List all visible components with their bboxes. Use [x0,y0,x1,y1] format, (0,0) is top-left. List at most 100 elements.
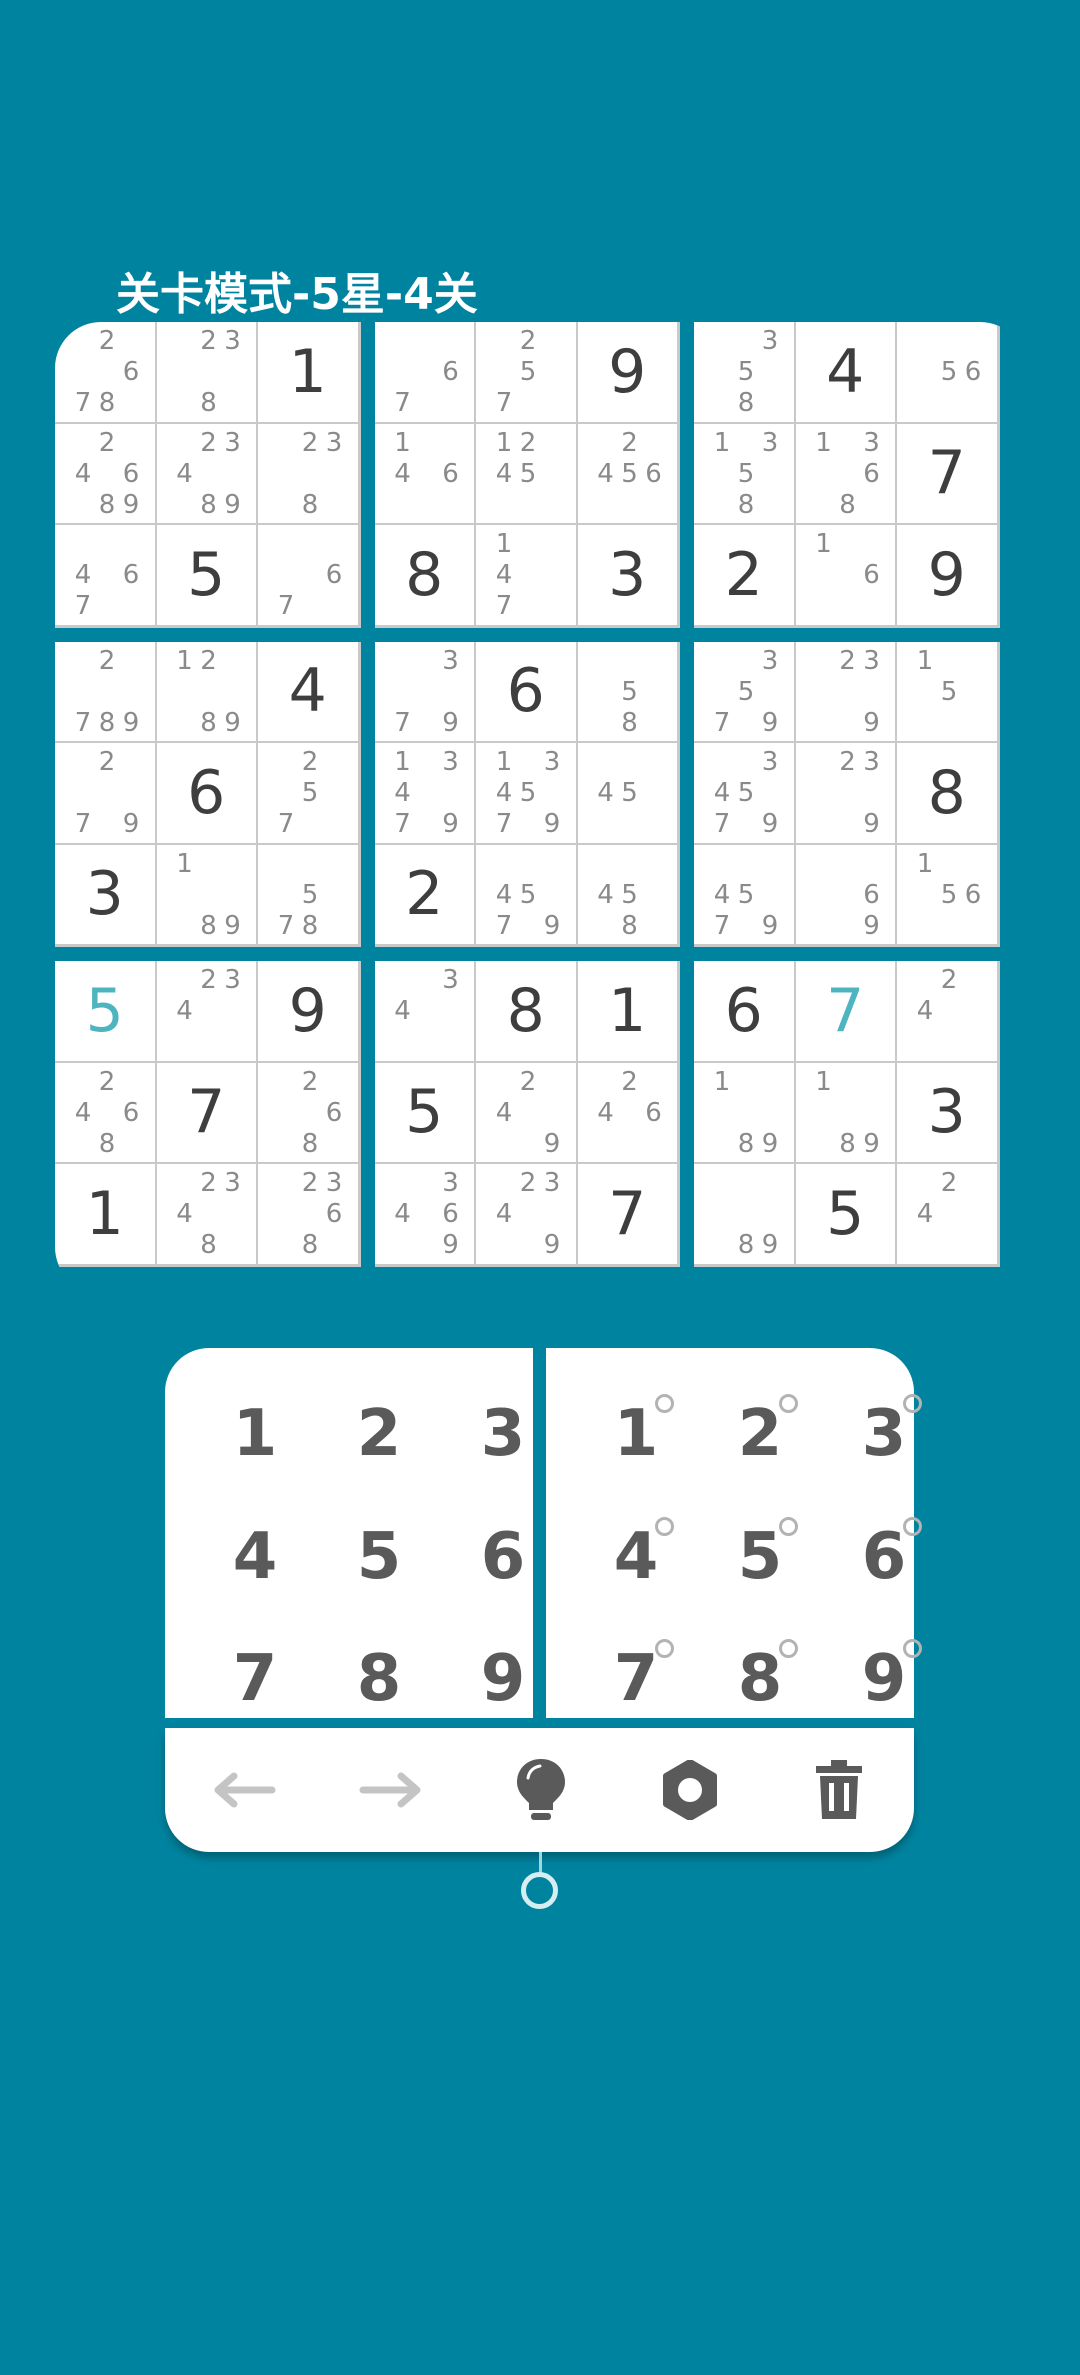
note-key-4[interactable]: 4 [586,1507,686,1607]
sudoku-cell[interactable]: 257 [476,322,579,425]
sudoku-cell[interactable]: 1 [55,1164,158,1267]
sudoku-cell[interactable]: 45 [577,743,680,846]
sudoku-cell[interactable]: 239 [795,743,898,846]
sudoku-cell[interactable]: 134579 [476,743,579,846]
sudoku-cell[interactable]: 8 [476,961,579,1064]
sudoku-cell[interactable]: 189 [156,844,259,947]
delete-button[interactable] [799,1750,879,1830]
sudoku-cell[interactable]: 8 [897,743,1000,846]
note-key-7[interactable]: 7 [586,1629,686,1729]
number-key-2[interactable]: 2 [329,1384,429,1484]
note-key-6[interactable]: 6 [834,1507,934,1607]
sudoku-cell[interactable]: 9 [897,525,1000,628]
sudoku-cell[interactable]: 458 [577,844,680,947]
sudoku-cell[interactable]: 1368 [795,423,898,526]
sudoku-cell[interactable]: 2349 [476,1164,579,1267]
sudoku-cell[interactable]: 89 [694,1164,797,1267]
sudoku-cell[interactable]: 7 [795,961,898,1064]
sudoku-cell[interactable]: 3 [55,844,158,947]
note-key-9[interactable]: 9 [834,1629,934,1729]
sudoku-cell[interactable]: 268 [258,1062,361,1165]
number-key-5[interactable]: 5 [329,1507,429,1607]
hint-button[interactable] [501,1750,581,1830]
note-key-8[interactable]: 8 [710,1629,810,1729]
sudoku-cell[interactable]: 3579 [694,641,797,744]
sudoku-cell[interactable]: 146 [374,423,477,526]
sudoku-cell[interactable]: 4579 [476,844,579,947]
sudoku-cell[interactable]: 8 [374,525,477,628]
sudoku-cell[interactable]: 23489 [156,423,259,526]
sudoku-cell[interactable]: 24 [897,1164,1000,1267]
sudoku-cell[interactable]: 24 [897,961,1000,1064]
note-key-3[interactable]: 3 [834,1384,934,1484]
sudoku-cell[interactable]: 67 [374,322,477,425]
sudoku-cell[interactable]: 2 [374,844,477,947]
drag-handle[interactable] [521,1872,558,1909]
sudoku-cell[interactable]: 1 [577,961,680,1064]
sudoku-cell[interactable]: 2 [694,525,797,628]
redo-button[interactable] [352,1750,432,1830]
sudoku-cell[interactable]: 56 [897,322,1000,425]
sudoku-cell[interactable]: 246 [577,1062,680,1165]
sudoku-cell[interactable]: 69 [795,844,898,947]
sudoku-cell[interactable]: 1245 [476,423,579,526]
sudoku-cell[interactable]: 1 3 47 9 [374,743,477,846]
sudoku-cell[interactable]: 16 [795,525,898,628]
sudoku-cell[interactable]: 7 [577,1164,680,1267]
sudoku-cell[interactable]: 5 [55,961,158,1064]
sudoku-cell[interactable]: 4 [258,641,361,744]
number-key-7[interactable]: 7 [205,1629,305,1729]
sudoku-cell[interactable]: 34 [374,961,477,1064]
sudoku-cell[interactable]: 156 [897,844,1000,947]
sudoku-cell[interactable]: 34579 [694,743,797,846]
sudoku-cell[interactable]: 189 [795,1062,898,1165]
sudoku-cell[interactable]: 379 [374,641,477,744]
sudoku-cell[interactable]: 238 [156,322,259,425]
sudoku-cell[interactable]: 6 [476,641,579,744]
sudoku-cell[interactable]: 9 [577,322,680,425]
number-key-6[interactable]: 6 [453,1507,553,1607]
number-key-3[interactable]: 3 [453,1384,553,1484]
sudoku-cell[interactable]: 24689 [55,423,158,526]
sudoku-cell[interactable]: 2456 [577,423,680,526]
note-key-5[interactable]: 5 [710,1507,810,1607]
sudoku-cell[interactable]: 467 [55,525,158,628]
number-key-8[interactable]: 8 [329,1629,429,1729]
sudoku-cell[interactable]: 2468 [55,1062,158,1165]
sudoku-cell[interactable]: 189 [694,1062,797,1165]
sudoku-cell[interactable]: 7 [156,1062,259,1165]
sudoku-cell[interactable]: 58 [577,641,680,744]
sudoku-cell[interactable]: 15 [897,641,1000,744]
sudoku-cell[interactable]: 1 [258,322,361,425]
note-key-2[interactable]: 2 [710,1384,810,1484]
note-key-1[interactable]: 1 [586,1384,686,1484]
sudoku-cell[interactable]: 239 [795,641,898,744]
sudoku-cell[interactable]: 6 [156,743,259,846]
number-key-1[interactable]: 1 [205,1384,305,1484]
sudoku-cell[interactable]: 67 [258,525,361,628]
undo-button[interactable] [203,1750,283,1830]
settings-button[interactable] [650,1750,730,1830]
sudoku-cell[interactable]: 2348 [156,1164,259,1267]
sudoku-cell[interactable]: 234 [156,961,259,1064]
sudoku-cell[interactable]: 5 [156,525,259,628]
sudoku-cell[interactable]: 9 [258,961,361,1064]
sudoku-cell[interactable]: 6 [694,961,797,1064]
sudoku-cell[interactable]: 5 [374,1062,477,1165]
sudoku-cell[interactable]: 578 [258,844,361,947]
sudoku-cell[interactable]: 5 [795,1164,898,1267]
number-key-9[interactable]: 9 [453,1629,553,1729]
sudoku-cell[interactable]: 238 [258,423,361,526]
sudoku-cell[interactable]: 249 [476,1062,579,1165]
sudoku-cell[interactable]: 2368 [258,1164,361,1267]
sudoku-cell[interactable]: 1289 [156,641,259,744]
sudoku-cell[interactable]: 3 [577,525,680,628]
sudoku-cell[interactable]: 7 [897,423,1000,526]
sudoku-cell[interactable]: 4 [795,322,898,425]
sudoku-cell[interactable]: 2 79 [55,743,158,846]
sudoku-cell[interactable]: 358 [694,322,797,425]
number-key-4[interactable]: 4 [205,1507,305,1607]
sudoku-cell[interactable]: 2678 [55,322,158,425]
sudoku-cell[interactable]: 147 [476,525,579,628]
sudoku-cell[interactable]: 2789 [55,641,158,744]
